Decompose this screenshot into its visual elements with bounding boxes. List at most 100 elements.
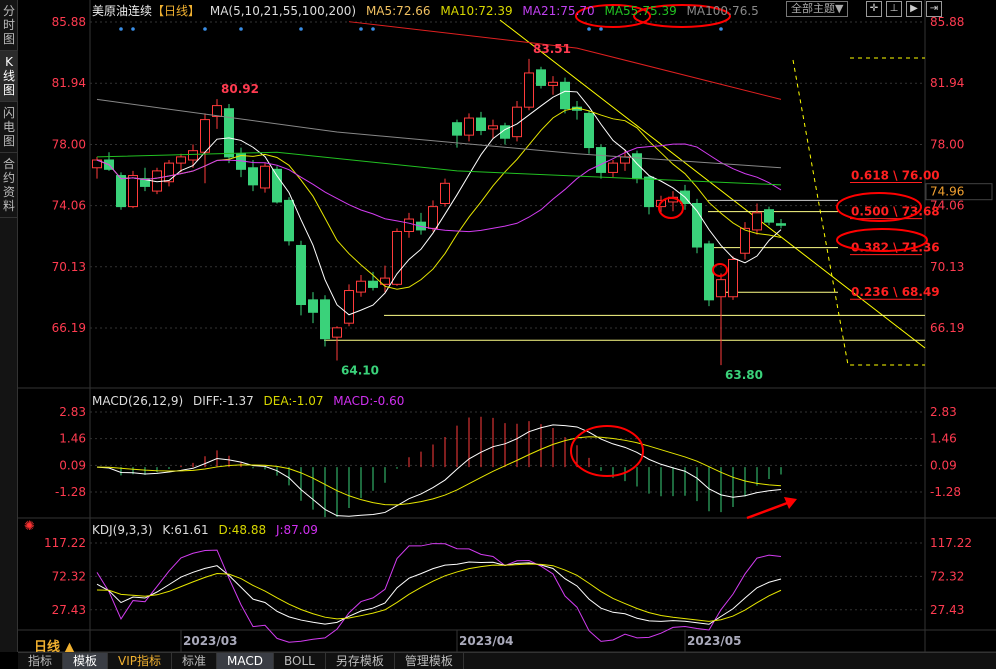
candle-up	[176, 156, 186, 164]
kdj-name: KDJ(9,3,3)	[92, 523, 153, 537]
price-tick-right: 85.88	[930, 15, 964, 29]
macd-tick-left: 2.83	[59, 405, 86, 419]
candle-up	[740, 227, 750, 254]
current-price: 74.96	[930, 185, 964, 199]
ma100-value: MA100:76.5	[686, 4, 759, 18]
date-label: 2023/04	[459, 634, 513, 648]
date-label: 2023/03	[183, 634, 237, 648]
kdj-d: D:48.88	[218, 523, 267, 537]
annotation-circle	[712, 263, 728, 277]
event-marker-icon	[371, 27, 375, 31]
ma55-value: MA55:75.39	[604, 4, 677, 18]
goto-end-icon[interactable]: ⇥	[926, 1, 942, 17]
candle-down	[476, 117, 486, 131]
bottom-toolbar: 指标 模板 VIP指标 标准 MACD BOLL 另存模板 管理模板	[18, 652, 996, 669]
candle-down	[584, 112, 594, 149]
price-tick-right: 81.94	[930, 76, 964, 90]
candle-up	[332, 327, 342, 338]
candle-down	[224, 108, 234, 158]
candle-up	[128, 175, 138, 208]
price-tick-left: 70.13	[52, 260, 86, 274]
high2-label: 83.51	[533, 42, 571, 56]
candle-up	[188, 150, 198, 161]
candle-up	[440, 182, 450, 205]
theme-select[interactable]: 全部主题▼	[786, 1, 849, 17]
macd-tick-left: 0.09	[59, 458, 86, 472]
price-tick-right: 78.00	[930, 137, 964, 151]
crosshair-icon[interactable]: ✛	[866, 1, 882, 17]
candle-down	[272, 168, 282, 203]
candle-up	[752, 212, 762, 231]
k-line	[96, 561, 782, 625]
candle-down	[704, 243, 714, 301]
candle-up	[164, 162, 174, 183]
fib-label: 0.618 \ 76.00	[851, 169, 940, 183]
low2-label: 63.80	[725, 368, 763, 382]
dea-line	[96, 436, 782, 506]
main-header: 美原油连续【日线】 MA(5,10,21,55,100,200) MA5:72.…	[92, 2, 765, 19]
date-label: 2023/05	[687, 634, 741, 648]
macd-tick-right: -1.28	[930, 485, 961, 499]
tab-indicator[interactable]: 指标	[18, 653, 64, 669]
macd-diff: DIFF:-1.37	[192, 394, 254, 408]
candle-up	[404, 218, 414, 232]
kdj-tick-left: 72.32	[52, 569, 86, 583]
ma10-line	[96, 107, 782, 290]
candle-down	[248, 167, 258, 186]
candle-down	[644, 176, 654, 208]
ma10-value: MA10:72.39	[440, 4, 513, 18]
kdj-tick-right: 27.43	[930, 603, 964, 617]
macd-tick-left: 1.46	[59, 432, 86, 446]
tab-template[interactable]: 模板	[63, 653, 109, 669]
tab-macd[interactable]: MACD	[217, 653, 275, 669]
kdj-tick-left: 27.43	[52, 603, 86, 617]
price-tick-left: 81.94	[52, 76, 86, 90]
event-marker-icon	[359, 27, 363, 31]
tab-boll[interactable]: BOLL	[274, 653, 326, 669]
event-marker-icon	[203, 27, 207, 31]
price-tick-left: 85.88	[52, 15, 86, 29]
candle-down	[452, 122, 462, 136]
ma5-line	[96, 90, 782, 316]
ma21-value: MA21:75.70	[522, 4, 595, 18]
candle-up	[728, 258, 738, 298]
candle-up	[392, 230, 402, 285]
price-tick-right: 66.19	[930, 321, 964, 335]
ma5-value: MA5:72.66	[365, 4, 431, 18]
candle-down	[308, 299, 318, 313]
kdj-header: KDJ(9,3,3) K:61.61 D:48.88 J:87.09	[92, 523, 324, 537]
candle-down	[368, 280, 378, 288]
kdj-tick-right: 117.22	[930, 536, 972, 550]
kdj-k: K:61.61	[162, 523, 209, 537]
candle-down	[560, 81, 570, 110]
candle-down	[320, 299, 330, 340]
price-tick-left: 74.06	[52, 199, 86, 213]
period-tag: 【日线】	[152, 4, 201, 18]
kdj-j: J:87.09	[275, 523, 318, 537]
tab-manage-template[interactable]: 管理模板	[395, 653, 464, 669]
candle-down	[776, 223, 786, 226]
candle-up	[200, 119, 210, 153]
event-marker-icon	[719, 27, 723, 31]
high1-label: 80.92	[221, 82, 259, 96]
candle-down	[116, 175, 126, 208]
play-icon[interactable]: ▶	[906, 1, 922, 17]
candle-up	[608, 162, 618, 173]
kdj-tick-right: 72.32	[930, 569, 964, 583]
candle-down	[596, 147, 606, 173]
d-line	[96, 563, 782, 622]
price-tick-right: 70.13	[930, 260, 964, 274]
candle-up	[428, 206, 438, 229]
range-icon[interactable]: ⊥	[886, 1, 902, 17]
tab-save-template[interactable]: 另存模板	[326, 653, 395, 669]
kline-chart[interactable]: 85.88 85.8881.94 81.9478.00 78.0074.06 74.06…	[0, 0, 996, 669]
event-marker-icon	[119, 27, 123, 31]
settings-sun-icon[interactable]: ✺	[24, 519, 35, 534]
fib-label: 0.236 \ 68.49	[851, 285, 940, 299]
tab-standard[interactable]: 标准	[172, 653, 218, 669]
tab-vip-indicator[interactable]: VIP指标	[108, 653, 173, 669]
candle-up	[488, 125, 498, 130]
macd-tick-right: 2.83	[930, 405, 957, 419]
event-marker-icon	[599, 27, 603, 31]
macd-tick-left: -1.28	[55, 485, 86, 499]
